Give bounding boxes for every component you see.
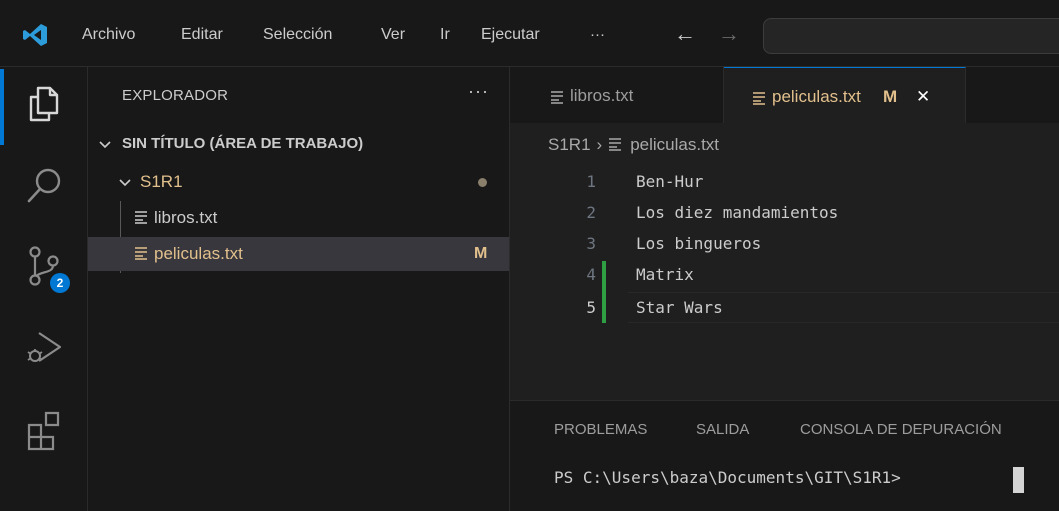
workspace-label: SIN TÍTULO (ÁREA DE TRABAJO) <box>122 135 364 152</box>
menu-editar[interactable]: Editar <box>181 22 223 48</box>
menu-ejecutar[interactable]: Ejecutar <box>481 22 540 48</box>
menu-ir[interactable]: Ir <box>440 22 450 48</box>
added-line-gutter <box>602 261 606 292</box>
text-file-icon <box>135 211 147 224</box>
tab-consola-depuracion[interactable]: CONSOLA DE DEPURACIÓN <box>800 421 1002 438</box>
extensions-icon[interactable] <box>22 407 68 453</box>
forward-arrow-icon[interactable]: → <box>718 22 740 46</box>
editor-tab-bar: libros.txt peliculas.txt M ✕ <box>510 67 1059 123</box>
close-icon[interactable]: ✕ <box>916 68 930 126</box>
search-icon[interactable] <box>22 163 68 209</box>
explorer-more-button[interactable]: ··· <box>468 81 489 102</box>
tab-label: peliculas.txt <box>772 87 861 106</box>
text-file-icon <box>609 138 622 151</box>
text-file-icon <box>551 91 563 104</box>
breadcrumb-folder[interactable]: S1R1 <box>548 135 591 154</box>
activity-bar: 2 <box>0 67 88 511</box>
title-bar: Archivo Editar Selección Ver Ir Ejecutar… <box>0 0 1059 67</box>
folder-s1r1[interactable]: S1R1 <box>88 165 509 199</box>
code-line[interactable]: Star Wars <box>636 292 723 323</box>
tab-modified-badge: M <box>883 87 898 106</box>
code-line[interactable]: Matrix <box>636 259 694 290</box>
tab-peliculas[interactable]: peliculas.txt M ✕ <box>724 67 966 123</box>
text-file-icon <box>135 247 147 260</box>
menu-more-button[interactable]: ··· <box>590 22 605 48</box>
file-label: peliculas.txt <box>154 244 243 263</box>
code-line[interactable]: Los diez mandamientos <box>636 197 838 228</box>
modified-dot-icon <box>478 178 487 187</box>
tab-libros[interactable]: libros.txt <box>510 67 724 123</box>
line-number: 1 <box>586 172 596 191</box>
tab-label: libros.txt <box>570 86 634 105</box>
back-arrow-icon[interactable]: ← <box>674 22 696 46</box>
breadcrumb: S1R1 › peliculas.txt <box>548 132 719 158</box>
chevron-down-icon <box>99 141 111 149</box>
code-line[interactable]: Los bingueros <box>636 228 761 259</box>
tab-salida[interactable]: SALIDA <box>696 421 749 438</box>
terminal-prompt[interactable]: PS C:\Users\baza\Documents\GIT\S1R1> <box>554 468 901 487</box>
workspace-header[interactable]: SIN TÍTULO (ÁREA DE TRABAJO) <box>88 127 509 161</box>
chevron-down-icon <box>119 179 131 187</box>
explorer-title: EXPLORADOR <box>122 87 229 104</box>
explorer-sidebar: EXPLORADOR ··· SIN TÍTULO (ÁREA DE TRABA… <box>88 67 510 511</box>
file-peliculas[interactable]: peliculas.txt M <box>88 237 509 271</box>
folder-label: S1R1 <box>140 172 183 191</box>
file-label: libros.txt <box>154 208 218 227</box>
explorer-files-icon[interactable] <box>22 81 68 127</box>
vscode-logo-icon <box>23 24 47 46</box>
breadcrumb-file[interactable]: peliculas.txt <box>630 135 719 154</box>
line-number: 3 <box>586 234 596 253</box>
active-view-indicator <box>0 69 4 145</box>
added-line-gutter <box>602 292 606 323</box>
line-number: 4 <box>586 265 596 284</box>
run-debug-icon[interactable] <box>22 325 68 371</box>
line-number: 5 <box>586 298 596 317</box>
menu-ver[interactable]: Ver <box>381 22 405 48</box>
text-file-icon <box>753 92 765 105</box>
code-line[interactable]: Ben-Hur <box>636 166 703 197</box>
breadcrumb-separator: › <box>596 135 603 154</box>
modified-status-badge: M <box>474 245 488 262</box>
line-number: 2 <box>586 203 596 222</box>
source-control-badge: 2 <box>50 273 70 293</box>
command-center-search[interactable] <box>763 18 1059 54</box>
menu-archivo[interactable]: Archivo <box>82 22 135 48</box>
file-libros[interactable]: libros.txt <box>88 201 509 235</box>
menu-seleccion[interactable]: Selección <box>263 22 332 48</box>
tab-problemas[interactable]: PROBLEMAS <box>554 421 647 438</box>
terminal-cursor <box>1013 467 1024 493</box>
bottom-panel: PROBLEMAS SALIDA CONSOLA DE DEPURACIÓN <box>510 400 1059 511</box>
